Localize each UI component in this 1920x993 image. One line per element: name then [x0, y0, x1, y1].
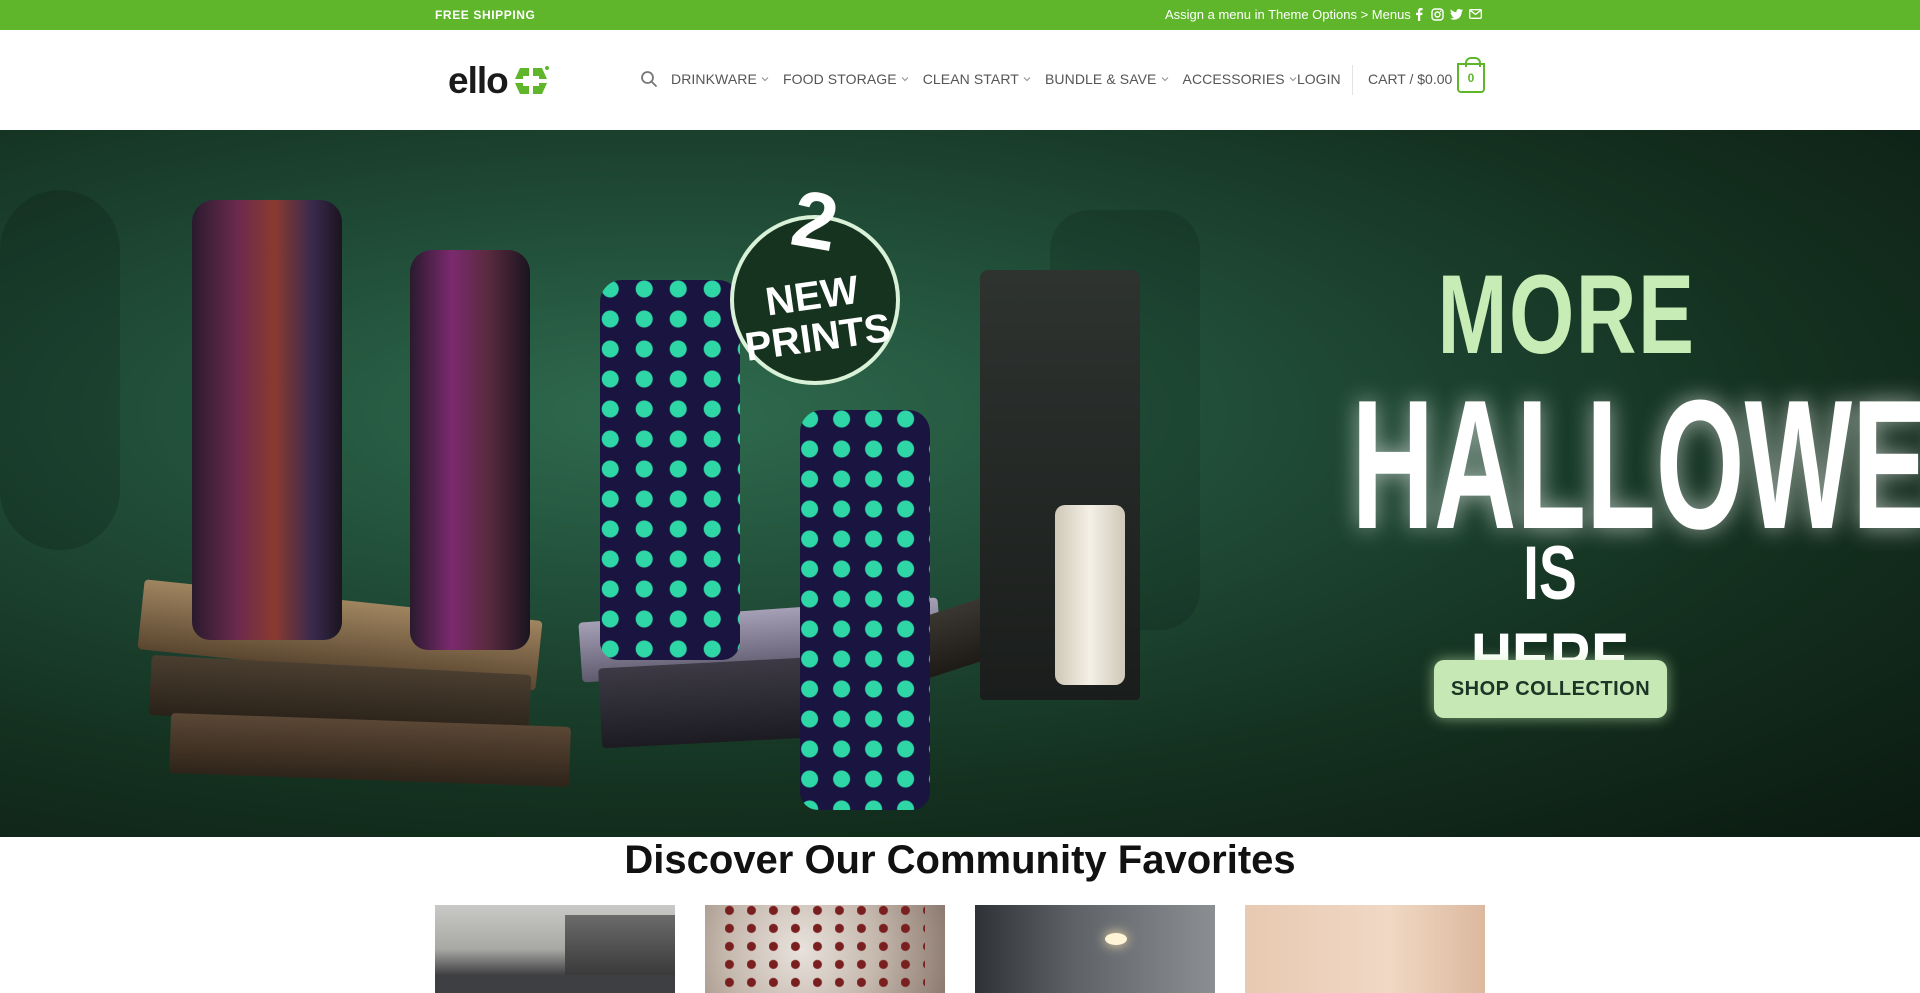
- section-title: Discover Our Community Favorites: [624, 838, 1296, 882]
- assign-menu-link[interactable]: Assign a menu in Theme Options > Menus: [1165, 7, 1411, 22]
- email-icon[interactable]: [1469, 6, 1482, 22]
- favorites-grid: [435, 905, 1485, 993]
- cart-count-badge[interactable]: 0: [1457, 57, 1485, 93]
- chevron-down-icon: [901, 77, 909, 82]
- nav-item-accessories[interactable]: ACCESSORIES: [1183, 71, 1297, 87]
- chevron-down-icon: [1161, 77, 1168, 82]
- card-branches: [725, 905, 925, 993]
- logo-mark-icon: [514, 66, 549, 94]
- cart-link[interactable]: CART / $0.00: [1368, 71, 1452, 87]
- product-bat-bottle[interactable]: [800, 410, 930, 810]
- chevron-down-icon: [1023, 77, 1031, 82]
- nav-item-label: CLEAN START: [922, 71, 1019, 87]
- new-prints-badge: 2 NEW PRINTS: [730, 173, 900, 385]
- card-light: [1105, 933, 1127, 945]
- instagram-icon[interactable]: [1431, 6, 1444, 22]
- book-stack-left: [169, 713, 571, 787]
- main-nav: DRINKWARE FOOD STORAGE CLEAN START BUNDL…: [671, 71, 1311, 87]
- chevron-down-icon: [1289, 77, 1297, 82]
- site-logo[interactable]: ello: [448, 60, 550, 102]
- hero-banner[interactable]: 2 NEW PRINTS MORE HALLOWEEN IS HERE SHOP…: [0, 130, 1920, 837]
- nav-item-label: FOOD STORAGE: [782, 71, 897, 87]
- header-divider: [1352, 65, 1353, 95]
- hero-shadow: [0, 190, 120, 550]
- twitter-icon[interactable]: [1450, 6, 1463, 22]
- free-shipping-text: FREE SHIPPING: [435, 8, 536, 22]
- candle-decoration: [1055, 505, 1125, 685]
- search-icon[interactable]: [640, 70, 658, 88]
- top-bar: FREE SHIPPING Assign a menu in Theme Opt…: [0, 0, 1920, 30]
- logo-wordmark: ello: [448, 60, 509, 101]
- facebook-icon[interactable]: [1412, 6, 1425, 22]
- favorite-card-4[interactable]: [1245, 905, 1485, 993]
- nav-item-clean-start[interactable]: CLEAN START: [923, 71, 1031, 87]
- nav-item-food-storage[interactable]: FOOD STORAGE: [783, 71, 909, 87]
- nav-item-label: ACCESSORIES: [1182, 71, 1285, 87]
- favorite-card-3[interactable]: [975, 905, 1215, 993]
- product-bat-tumbler[interactable]: [600, 280, 740, 660]
- nav-item-label: DRINKWARE: [671, 71, 757, 87]
- cart-count: 0: [1467, 71, 1475, 85]
- nav-item-drinkware[interactable]: DRINKWARE: [671, 71, 769, 87]
- social-links: [1412, 6, 1482, 22]
- favorite-card-1[interactable]: [435, 905, 675, 993]
- nav-item-label: BUNDLE & SAVE: [1044, 71, 1157, 87]
- product-bottle[interactable]: [410, 250, 530, 650]
- product-tumbler[interactable]: [192, 200, 342, 640]
- chevron-down-icon: [761, 77, 769, 82]
- nav-item-bundle-save[interactable]: BUNDLE & SAVE: [1045, 71, 1169, 87]
- card-appliance: [565, 915, 675, 975]
- site-header: ello DRINKWARE FOOD STORAGE CLEAN START …: [0, 30, 1920, 130]
- favorite-card-2[interactable]: [705, 905, 945, 993]
- shop-collection-button[interactable]: SHOP COLLECTION: [1434, 660, 1667, 718]
- login-link[interactable]: LOGIN: [1297, 71, 1341, 87]
